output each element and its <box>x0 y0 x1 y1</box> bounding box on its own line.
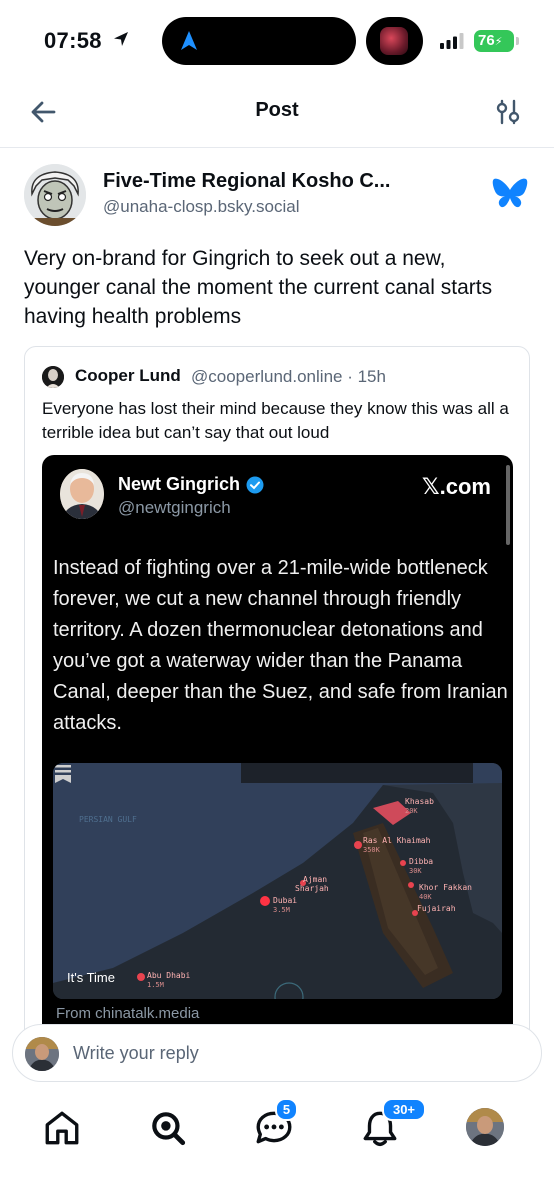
map-pop-khasab: 20K <box>405 807 418 815</box>
embedded-screenshot[interactable]: Newt Gingrich @newtgingrich 𝕏.com Instea… <box>42 455 513 1045</box>
bottom-nav: 5 30+ <box>0 1094 554 1199</box>
status-time: 07:58 <box>44 28 102 53</box>
charging-bolt-icon: ⚡ <box>494 36 503 48</box>
author-handle[interactable]: @unaha-closp.bsky.social <box>103 197 299 217</box>
navigation-arrow-icon <box>181 31 197 50</box>
map-city-ras-al-khaimah: Ras Al Khaimah <box>363 836 431 845</box>
chat-badge: 5 <box>275 1098 298 1121</box>
thread-settings-icon[interactable] <box>496 98 520 126</box>
author-name[interactable]: Five-Time Regional Kosho C... <box>103 170 390 193</box>
cellular-signal-icon <box>440 33 464 49</box>
map-city-dibba: Dibba <box>409 857 434 866</box>
map-city-sharjah: Sharjah <box>295 884 329 893</box>
map-city-fujairah: Fujairah <box>417 904 456 913</box>
x-logo: 𝕏.com <box>421 474 491 499</box>
map-pop-khor-fakkan: 40K <box>419 893 432 901</box>
map-city-ajman: Ajman <box>303 875 328 884</box>
dynamic-island <box>162 17 356 65</box>
bookmark-icon[interactable] <box>53 763 73 785</box>
quote-author-handle[interactable]: @cooperlund.online · 15h <box>191 367 386 387</box>
page-title: Post <box>255 99 299 121</box>
quote-text: Everyone has lost their mind because the… <box>42 399 509 442</box>
map-gulf-label: PERSIAN GULF <box>79 815 137 824</box>
status-bar: 07:58 76⚡ <box>0 0 554 80</box>
user-avatar <box>25 1037 59 1071</box>
post-text: Very on-brand for Gingrich to seek out a… <box>24 247 493 328</box>
now-playing-artwork <box>366 17 423 65</box>
location-arrow-icon <box>114 32 128 46</box>
embed-author-name: Newt Gingrich <box>118 474 241 494</box>
reply-composer[interactable]: Write your reply <box>12 1024 542 1082</box>
map-pop-abu-dhabi: 1.5M <box>147 981 164 989</box>
embed-author-handle: @newtgingrich <box>118 498 231 517</box>
author-avatar[interactable] <box>24 164 86 226</box>
profile-avatar[interactable] <box>466 1108 504 1146</box>
quote-author-avatar[interactable] <box>42 366 64 388</box>
post-header: Post <box>0 80 554 148</box>
link-source[interactable]: From chinatalk.media <box>56 1005 199 1022</box>
bluesky-butterfly-icon <box>492 178 528 208</box>
map-city-khasab: Khasab <box>405 797 434 806</box>
quoted-post[interactable]: Cooper Lund @cooperlund.online · 15h Eve… <box>24 346 530 1046</box>
embed-author-avatar <box>60 469 104 519</box>
map-pop-ras-al-khaimah: 350K <box>363 846 380 854</box>
battery-level: 76⚡ <box>474 30 514 52</box>
search-icon[interactable] <box>148 1108 188 1148</box>
map-city-dubai: Dubai <box>273 896 298 905</box>
video-title: It's Time <box>67 970 115 985</box>
verified-badge-icon <box>246 476 264 494</box>
map-city-abu-dhabi: Abu Dhabi <box>147 971 191 980</box>
map-city-khor-fakkan: Khor Fakkan <box>419 883 472 892</box>
map-pop-dubai: 3.5M <box>273 906 290 914</box>
battery-percent: 76 <box>478 32 495 49</box>
map-pop-dibba: 30K <box>409 867 422 875</box>
notifications-badge: 30+ <box>382 1098 426 1121</box>
reply-placeholder[interactable]: Write your reply <box>73 1043 199 1064</box>
quote-author-name[interactable]: Cooper Lund <box>75 366 181 386</box>
embed-tweet-text: Instead of fighting over a 21-mile-wide … <box>53 557 508 734</box>
map-image[interactable]: PERSIAN GULF Khasab 20K Ras Al Khaimah 3… <box>53 763 502 999</box>
home-icon[interactable] <box>42 1108 82 1148</box>
battery-tip <box>516 37 519 45</box>
embed-scrollbar[interactable] <box>506 465 510 545</box>
